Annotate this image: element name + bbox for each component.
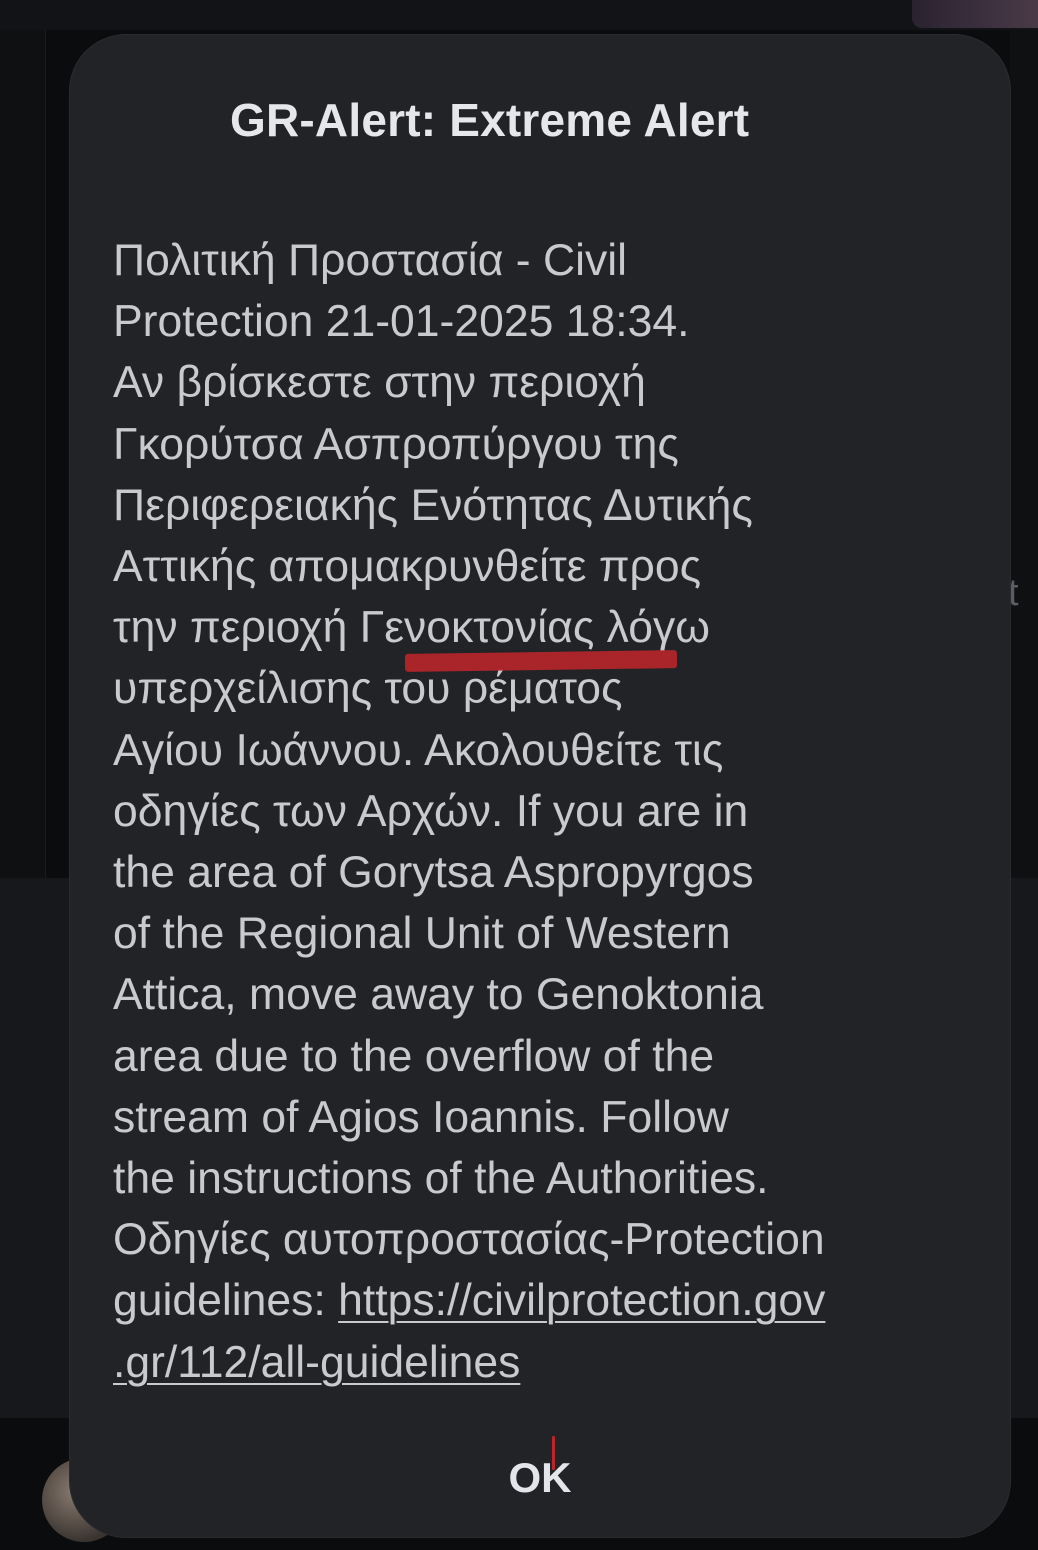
alert-message: Πολιτική Προστασία - Civil Protection 21… (113, 230, 993, 1393)
red-mark-annotation (552, 1436, 555, 1470)
message-line-link: .gr/112/all-guidelines (113, 1332, 993, 1393)
message-line: Protection 21-01-2025 18:34. (113, 297, 690, 347)
guidelines-label: guidelines: (113, 1276, 339, 1326)
message-line: Attica, move away to Genoktonia (113, 970, 764, 1020)
message-line: Περιφερειακής Ενότητας Δυτικής (113, 480, 753, 530)
background-left-strip (0, 30, 46, 878)
message-line: Αττικής απομακρυνθείτε προς (113, 542, 702, 592)
message-line: Αν βρίσκεστε στην περιοχή (113, 358, 646, 408)
ok-button[interactable]: OK (480, 1446, 600, 1510)
message-line: Πολιτική Προστασία - Civil (113, 236, 628, 285)
message-line: area due to the overflow of the (113, 1031, 715, 1081)
message-line: οδηγίες των Αρχών. If you are in (113, 786, 749, 836)
guidelines-link-part1[interactable]: https://civilprotection.gov (338, 1276, 825, 1325)
guidelines-link-part2[interactable]: .gr/112/all-guidelines (113, 1338, 520, 1387)
red-underline-annotation (404, 650, 678, 672)
background-top-bar (0, 0, 1038, 30)
background-avatar-thumbnail (912, 0, 1038, 28)
message-line: Οδηγίες αυτοπροστασίας-Protection (113, 1215, 825, 1265)
message-line-guidelines: guidelines: https://civilprotection.gov (113, 1270, 993, 1331)
message-line: of the Regional Unit of Western (113, 909, 731, 959)
message-line: the instructions of the Authorities. (113, 1154, 769, 1204)
message-line: stream of Agios Ioannis. Follow (113, 1092, 729, 1142)
message-line: την περιοχή Γενοκτονίας λόγω (113, 603, 710, 653)
message-line: Αγίου Ιωάννου. Ακολουθείτε τις (113, 725, 724, 775)
message-line: the area of Gorytsa Aspropyrgos (113, 848, 754, 898)
alert-title: GR-Alert: Extreme Alert (230, 94, 750, 146)
message-line: Γκορύτσα Ασπροπύργου της (113, 419, 679, 469)
